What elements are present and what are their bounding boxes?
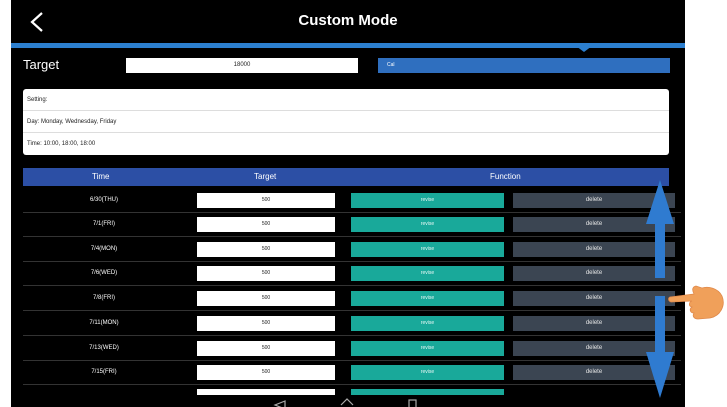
revise-button[interactable]: revise [351,365,504,380]
setting-card: Setting: Day: Monday, Wednesday, Friday … [23,89,669,155]
revise-button[interactable]: revise [351,242,504,257]
table-row: 7/13(WED) 500 revise delete [23,336,681,361]
table-row: 7/15(FRI) 500 revise delete [23,360,681,385]
target-input[interactable]: 18000 [126,58,358,73]
revise-button[interactable]: revise [351,217,504,232]
row-target[interactable]: 500 [197,316,335,331]
square-recent-icon[interactable] [408,399,417,407]
row-target[interactable]: 500 [197,341,335,356]
row-time: 7/1(FRI) [92,221,115,227]
app-screen: Custom Mode Target 18000 Cal Setting: Da… [11,0,685,407]
android-nav-bar [273,398,417,407]
row-time: 7/11(MON) [89,320,119,326]
row-time: 7/6(WED) [90,270,118,276]
pointing-hand-icon [668,285,724,320]
revise-button[interactable]: revise [351,291,504,306]
table-row: 7/6(WED) 500 revise delete [23,261,681,286]
divider-notch [576,46,592,52]
row-target[interactable]: 500 [197,266,335,281]
table-row: 7/4(MON) 500 revise delete [23,237,681,262]
row-time: 7/13(WED) [89,345,119,351]
row-time: 7/15(FRI) [91,369,117,375]
page-title: Custom Mode [298,12,398,29]
target-label: Target [23,57,60,72]
header-target: Target [254,172,277,181]
row-target[interactable]: 500 [197,291,335,306]
row-time: 6/30(THU) [89,197,118,203]
row-target[interactable]: 500 [197,365,335,380]
revise-button[interactable]: revise [351,266,504,281]
header-time: Time [92,172,110,181]
row-target[interactable]: 500 [197,193,335,208]
cal-button[interactable]: Cal [378,58,670,73]
setting-time: Time: 10:00, 18:00, 18:00 [27,141,96,147]
triangle-back-icon[interactable] [273,400,286,407]
setting-label: Setting: [23,89,669,111]
table-row: 6/30(THU) 500 revise delete [23,188,681,213]
revise-button[interactable]: revise [351,341,504,356]
table-row: 7/11(MON) 500 revise delete [23,311,681,336]
revise-button[interactable]: revise [351,316,504,331]
row-target[interactable]: 500 [197,217,335,232]
table-header: Time Target Function [23,168,669,186]
arrow-up-icon [646,180,674,278]
table-row: 7/1(FRI) 500 revise delete [23,212,681,237]
header-function: Function [490,172,521,181]
row-time: 7/8(FRI) [92,295,115,301]
home-icon[interactable] [340,398,354,406]
setting-day: Day: Monday, Wednesday, Friday [23,111,669,133]
row-time: 7/4(MON) [90,246,118,252]
revise-button[interactable]: revise [351,193,504,208]
top-bar: Custom Mode [11,0,685,43]
table-row: 7/8(FRI) 500 revise delete [23,286,681,311]
row-target[interactable]: 500 [197,242,335,257]
